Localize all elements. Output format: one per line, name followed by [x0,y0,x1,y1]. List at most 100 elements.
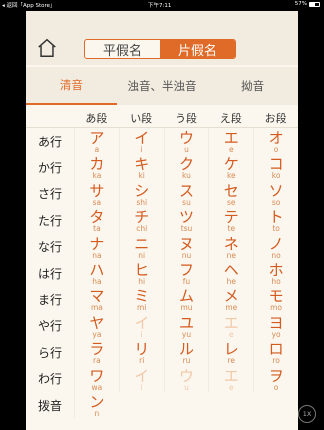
kana-cell[interactable]: ヤ ya [74,312,119,340]
kana-char: テ [223,208,239,227]
romaji: ro [272,356,280,366]
segment-hiragana[interactable]: 平假名 [85,40,160,59]
kana-cell[interactable]: アa [74,128,119,155]
kana-cell[interactable]: マ ma [74,286,119,313]
romaji: se [227,197,236,207]
kana-cell[interactable]: ハ ha [74,259,119,287]
kana-cell[interactable]: ラ ra [74,339,119,366]
kana-cell[interactable]: ム mu [163,286,209,313]
kana-cell[interactable]: ワ wa [74,365,119,392]
kana-cell[interactable]: セ se [208,180,253,208]
tab-seion[interactable]: 清音 [26,67,117,105]
romaji: wa [91,382,103,392]
kana-char: ソ [268,181,284,200]
kana-cell[interactable]: エe [208,128,253,155]
romaji: n [94,408,100,418]
kana-char: イ [134,313,150,332]
kana-cell[interactable]: ナ na [74,233,119,260]
romaji: nu [181,250,192,260]
romaji: ta [93,224,101,234]
kana-cell[interactable]: エe [208,312,253,340]
romaji: e [228,145,234,154]
kana-cell[interactable]: シ shi [118,180,164,208]
romaji: fu [182,276,191,286]
corner [26,109,74,127]
kana-cell[interactable]: ス su [163,180,209,208]
kana-char: ハ [89,260,105,279]
kana-cell[interactable]: ヘ he [208,259,253,287]
kana-cell[interactable]: ヌ nu [163,233,209,260]
kana-char: リ [134,340,150,359]
kana-cell[interactable]: ロ ro [253,339,298,366]
kana-cell[interactable]: ソ so [253,180,298,208]
kana-cell[interactable]: イi [118,312,164,340]
kana-char: ツ [178,208,194,227]
column-header: う段 [174,112,197,125]
kana-cell[interactable]: ル ru [163,339,209,366]
romaji: no [271,250,281,260]
kana-cell[interactable]: イi [118,365,164,392]
table-row: さ行サ sa シ shi ス su セ se ソ so [26,180,298,208]
kana-cell[interactable]: レ re [208,339,253,366]
kana-cell[interactable]: ネ ne [208,233,253,260]
kana-char: メ [223,287,239,306]
kana-cell[interactable]: ケ ke [208,154,253,181]
kana-char: ロ [268,340,284,359]
home-icon[interactable] [36,37,58,59]
kana-cell[interactable]: キ ki [118,154,164,181]
table-row: あ行ア a イ i ウ u エ e オ o [26,128,298,155]
kana-char: ヲ [268,366,284,385]
tab-youon[interactable]: 拗音 [207,67,298,105]
kana-cell[interactable]: ホ ho [253,259,298,287]
zoom-button[interactable]: 1X [298,405,316,423]
battery-icon [309,1,320,7]
kana-cell[interactable]: ヲo [253,365,298,392]
kana-cell[interactable]: ノ no [253,233,298,260]
kana-char: ア [89,129,105,147]
kana-cell[interactable]: ンn [74,391,119,419]
romaji: i [140,329,143,339]
kana-cell[interactable]: オo [253,128,298,155]
kana-char: キ [134,155,150,174]
kana-cell[interactable]: カ ka [74,154,119,181]
kana-cell[interactable]: フ fu [163,259,209,287]
romaji: ni [138,250,146,260]
kana-cell[interactable]: コ ko [253,154,298,181]
kana-cell[interactable]: ヨ yo [253,312,298,340]
kana-char: エ [223,313,239,332]
back-to-app-store[interactable]: ◂ 返回「App Store」 [2,1,56,9]
romaji: yo [271,329,281,339]
kana-char: ケ [223,155,239,174]
kana-cell[interactable]: テ te [208,207,253,234]
kana-cell[interactable]: ク ku [163,154,209,181]
kana-char: ヤ [89,313,105,332]
kana-cell[interactable]: エe [208,365,253,392]
kana-cell[interactable]: ウu [163,365,209,392]
row-label: や行 [37,319,62,334]
kana-char: ヨ [268,313,284,332]
kana-cell[interactable]: ニ ni [118,233,164,260]
kana-char: イ [134,129,150,147]
segment-katakana[interactable]: 片假名 [160,40,235,58]
kana-cell[interactable]: ウu [163,128,209,155]
kana-char: ム [178,287,194,306]
tab-dakuon[interactable]: 浊音、半浊音 [117,67,208,105]
kana-cell[interactable]: タ ta [74,207,119,234]
kana-cell[interactable]: ミ mi [118,286,164,313]
kana-cell[interactable]: イi [118,128,164,155]
kana-cell[interactable]: ヒ hi [118,259,164,287]
row-label: ら行 [37,345,62,360]
kana-cell[interactable]: ユ yu [163,312,209,340]
kana-cell[interactable]: ト to [253,207,298,234]
row-label: か行 [37,161,62,176]
kana-char: レ [223,340,239,359]
kana-cell[interactable]: チ chi [118,207,164,234]
kana-cell[interactable]: ツ tsu [163,207,209,234]
kana-cell[interactable]: サ sa [74,180,119,208]
kana-cell[interactable]: リ ri [118,339,164,366]
row-label: わ行 [37,372,62,387]
romaji: re [227,356,236,366]
kana-cell[interactable]: メ me [208,286,253,313]
kana-cell[interactable]: モ mo [253,286,298,313]
kana-char: ミ [134,287,150,306]
